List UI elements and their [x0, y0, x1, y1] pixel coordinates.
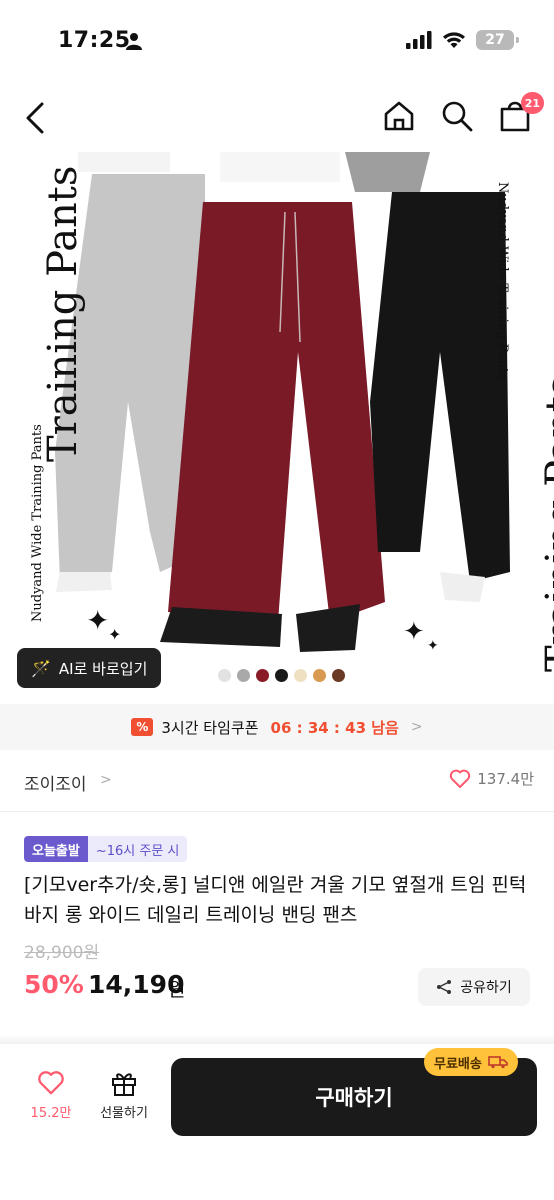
swatch[interactable] [218, 669, 231, 682]
swatch[interactable] [294, 669, 307, 682]
hero-title-left: Training Pants [40, 165, 86, 462]
today-shipping-badge: 오늘출발 [24, 836, 88, 862]
search-icon [442, 101, 473, 132]
discount-rate: 50% [24, 970, 84, 999]
signal-icon [406, 31, 432, 49]
top-nav: 21 [0, 84, 554, 152]
gift-button[interactable]: 선물하기 [92, 1070, 156, 1121]
hero-title-right: Training Pants [538, 375, 554, 672]
search-button[interactable] [440, 96, 474, 136]
color-swatches [218, 669, 345, 682]
free-shipping-label: 무료배송 [434, 1056, 482, 1072]
chevron-right-icon: > [100, 772, 112, 788]
wishlist-button[interactable]: 15.2만 [24, 1070, 78, 1121]
heart-icon [450, 769, 471, 788]
cart-count-badge: 21 [520, 92, 544, 114]
hero-subtitle-left: Nudyand Wide Training Pants [30, 424, 45, 622]
gift-icon [112, 1073, 136, 1096]
home-icon [384, 101, 414, 131]
truck-icon [488, 1056, 508, 1069]
chevron-left-icon [26, 102, 44, 134]
svg-text:✦: ✦ [86, 604, 109, 637]
product-image[interactable]: ✦ ✦ ✦ ✦ Training Pants Nudyand Wide Trai… [0, 152, 554, 704]
product-title: [기모ver추가/숏,롱] 널디앤 에일란 겨울 기모 옆절개 트임 핀턱 바지… [24, 874, 527, 926]
swatch[interactable] [313, 669, 326, 682]
divider [0, 1034, 554, 1044]
svg-text:✦: ✦ [108, 625, 121, 644]
brand-row: 조이조이 > 137.4만 [0, 750, 554, 812]
swatch[interactable] [256, 669, 269, 682]
home-button[interactable] [382, 96, 416, 136]
ai-try-on-button[interactable]: 🪄 AI로 바로입기 [17, 648, 162, 688]
battery-icon: 27 [476, 30, 519, 50]
order-deadline-badge: ~16시 주문 시 [87, 836, 188, 862]
swatch[interactable] [332, 669, 345, 682]
chevron-right-icon: > [410, 719, 423, 735]
heart-icon [38, 1071, 64, 1095]
ai-try-on-label: AI로 바로입기 [58, 659, 148, 678]
free-shipping-badge: 무료배송 [424, 1048, 518, 1076]
price-unit: 원 [168, 979, 186, 1001]
bottom-action-bar: 15.2만 선물하기 구매하기 무료배송 [0, 1044, 554, 1200]
brand-link[interactable]: 조이조이 [24, 770, 87, 795]
like-count: 137.4만 [477, 770, 534, 788]
status-bar: 17:25 27 [0, 0, 554, 84]
wifi-icon [443, 32, 465, 48]
status-time: 17:25 [58, 28, 131, 53]
original-price: 28,900원 [24, 943, 100, 963]
swatch[interactable] [237, 669, 250, 682]
time-coupon-banner[interactable]: % 3시간 타임쿠폰 06 : 34 : 43 남음 > [0, 704, 554, 750]
wishlist-count: 15.2만 [30, 1106, 72, 1121]
share-button[interactable]: 공유하기 [418, 968, 530, 1006]
delivery-badge: 오늘출발 ~16시 주문 시 [24, 836, 188, 862]
magic-wand-icon: 🪄 [31, 658, 51, 678]
status-indicators: 27 [406, 30, 519, 50]
coupon-icon: % [131, 718, 154, 736]
swatch[interactable] [275, 669, 288, 682]
share-label: 공유하기 [460, 980, 512, 996]
coupon-timer: 06 : 34 : 43 남음 [270, 718, 399, 737]
buy-label: 구매하기 [315, 1086, 393, 1110]
like-button[interactable]: 137.4만 [449, 768, 534, 789]
share-icon [437, 980, 452, 994]
back-button[interactable] [18, 98, 52, 138]
battery-level: 27 [485, 32, 505, 48]
hero-subtitle-right: Nudyand Wide Training Pants [495, 182, 510, 380]
coupon-label: 3시간 타임쿠폰 [161, 718, 259, 737]
gift-label: 선물하기 [100, 1106, 148, 1121]
svg-text:✦: ✦ [403, 617, 425, 647]
cart-button[interactable]: 21 [498, 92, 544, 136]
person-icon [126, 33, 142, 50]
svg-text:✦: ✦ [427, 638, 439, 654]
